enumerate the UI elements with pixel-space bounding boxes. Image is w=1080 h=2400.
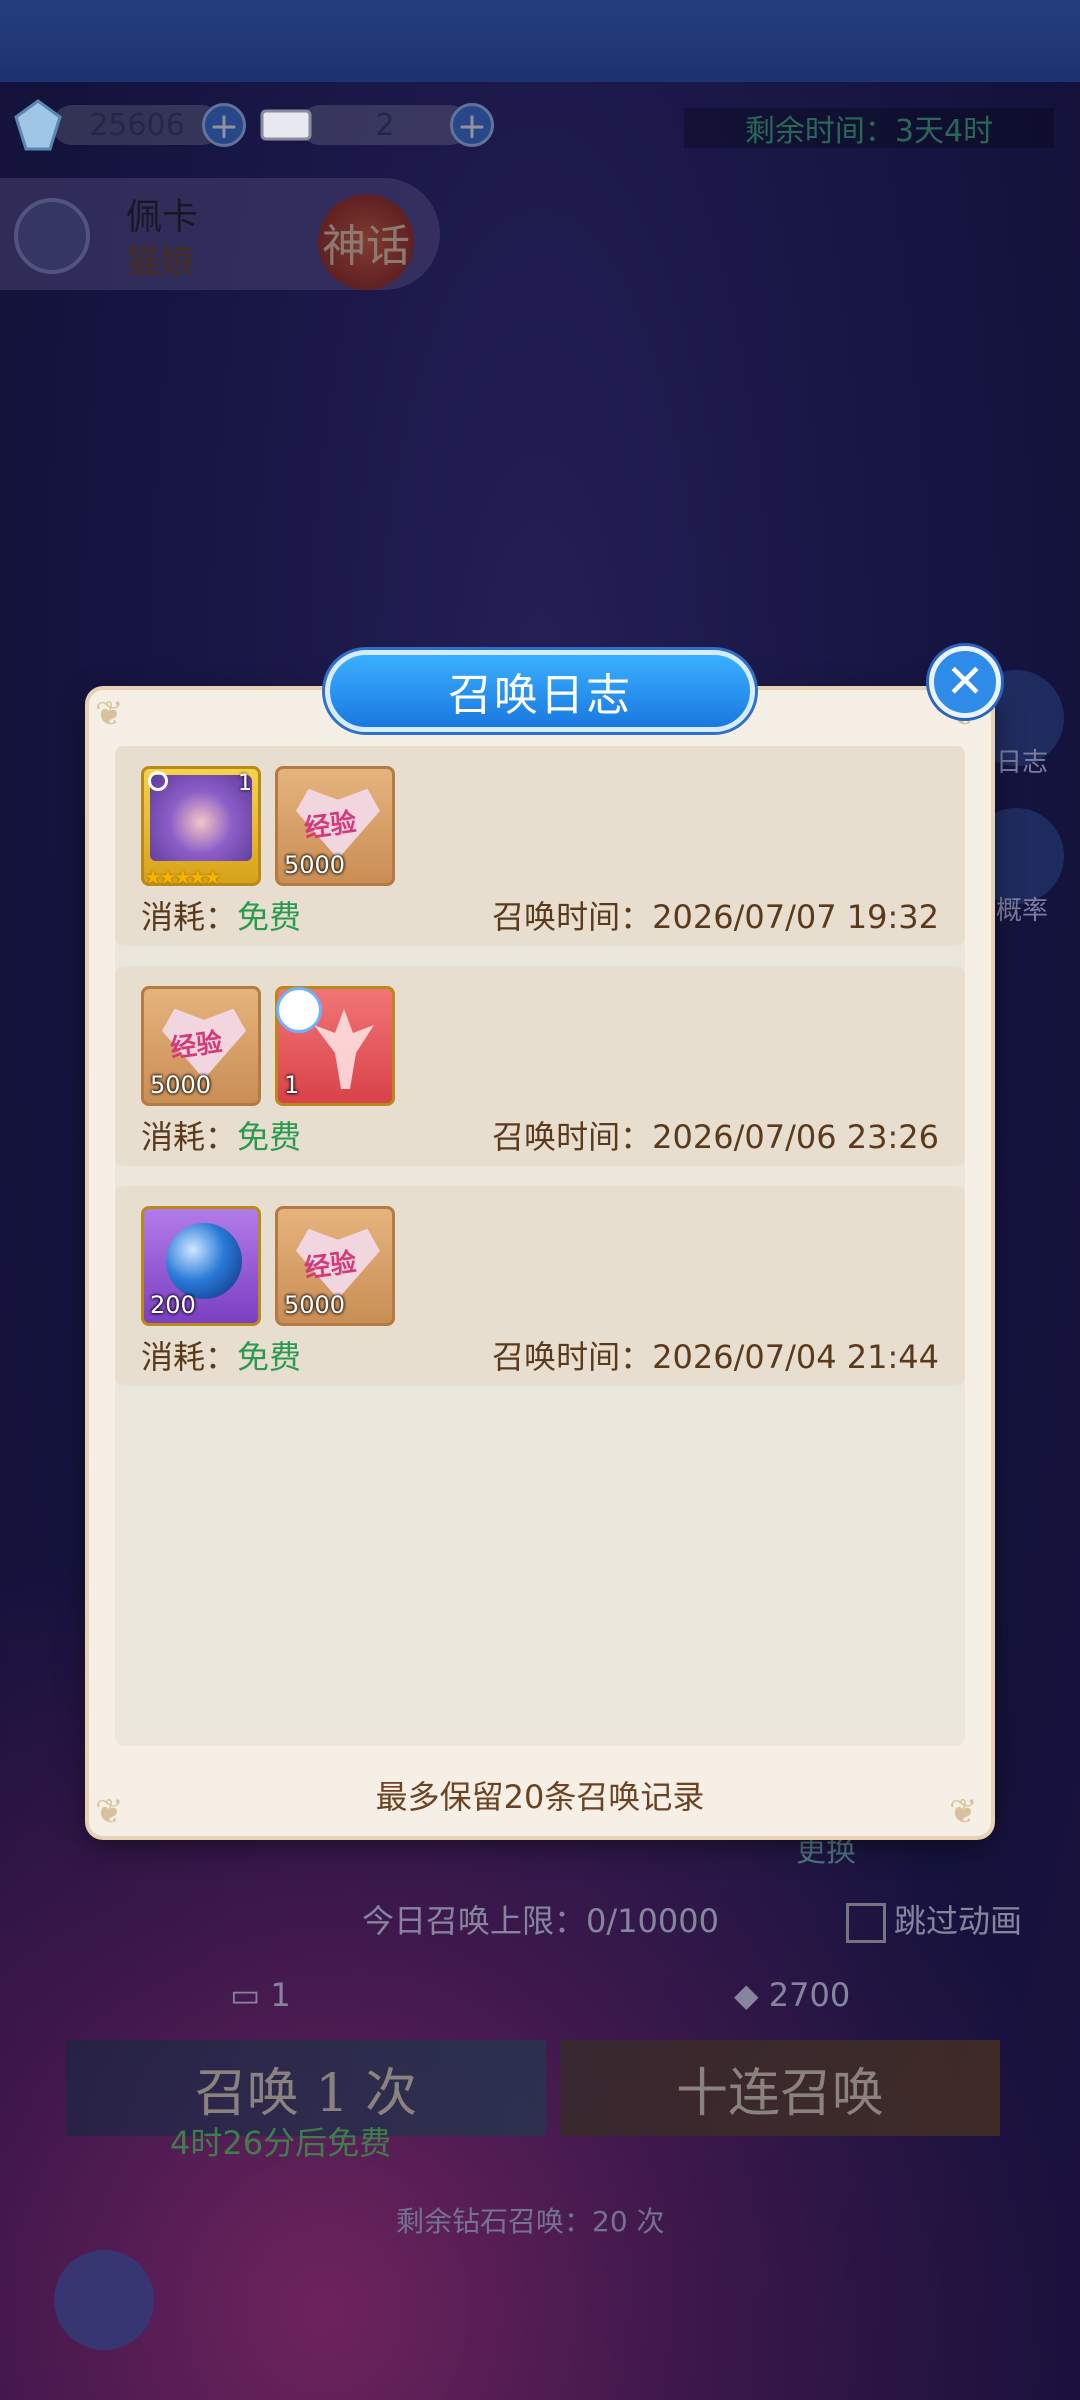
log-record: 1 ★★★★★ 经验 5000 消耗：免费 召唤时间：2026/07/07 19… <box>115 746 965 946</box>
orb-item[interactable]: 200 <box>141 1206 261 1326</box>
item-count: 5000 <box>284 851 346 879</box>
crystal-orb-icon <box>166 1223 242 1299</box>
item-count: 5000 <box>150 1071 212 1099</box>
cost-text: 消耗：免费 <box>141 892 301 938</box>
item-count: 1 <box>284 1071 300 1099</box>
summon-log-modal: ❦ ❦ ❦ ❦ 召唤日志 ✕ 1 ★★★★★ 经验 5000 消耗：免费 召唤时… <box>89 646 1001 1836</box>
faction-icon <box>148 771 168 791</box>
retention-note: 最多保留20条召唤记录 <box>375 1778 705 1816</box>
cost-text: 消耗：免费 <box>141 1332 301 1378</box>
time-value: 2026/07/04 21:44 <box>652 1338 939 1376</box>
modal-title: 召唤日志 <box>325 650 755 732</box>
corner-ornament: ❦ <box>95 694 124 734</box>
ticket-icon <box>260 109 312 141</box>
cost-label: 消耗： <box>141 1338 238 1376</box>
cost-value: 免费 <box>237 1338 302 1376</box>
exp-label: 经验 <box>168 1027 225 1065</box>
cost-label: 消耗： <box>141 1118 238 1156</box>
cost-label: 消耗： <box>141 898 238 936</box>
cost-value: 免费 <box>237 898 302 936</box>
log-record: 200 经验 5000 消耗：免费 召唤时间：2026/07/04 21:44 <box>115 1186 965 1386</box>
time-text: 召唤时间：2026/07/06 23:26 <box>492 1112 939 1158</box>
character-item[interactable]: 1 ★★★★★ <box>141 766 261 889</box>
star-rating-icon: ★★★★★ <box>144 865 222 889</box>
time-value: 2026/07/07 19:32 <box>652 898 939 936</box>
log-list: 1 ★★★★★ 经验 5000 消耗：免费 召唤时间：2026/07/07 19… <box>115 746 965 1746</box>
gem-icon <box>14 99 62 151</box>
fairy-item[interactable]: 1 <box>275 986 395 1106</box>
exp-item[interactable]: 经验 5000 <box>275 766 395 886</box>
time-label: 召唤时间： <box>492 898 653 936</box>
exp-item[interactable]: 经验 5000 <box>275 1206 395 1326</box>
item-count: 1 <box>238 771 252 796</box>
time-text: 召唤时间：2026/07/07 19:32 <box>492 892 939 938</box>
item-count: 200 <box>150 1291 196 1319</box>
exp-item[interactable]: 经验 5000 <box>141 986 261 1106</box>
close-icon: ✕ <box>945 654 985 708</box>
cost-text: 消耗：免费 <box>141 1112 301 1158</box>
close-button[interactable]: ✕ <box>929 646 1001 718</box>
character-portrait <box>150 775 252 861</box>
log-record: 经验 5000 1 消耗：免费 召唤时间：2026/07/06 23:26 <box>115 966 965 1166</box>
exp-label: 经验 <box>302 1247 359 1285</box>
exp-label: 经验 <box>302 807 359 845</box>
tricolor-badge-icon <box>276 987 322 1033</box>
cost-value: 免费 <box>237 1118 302 1156</box>
time-label: 召唤时间： <box>492 1118 653 1156</box>
time-label: 召唤时间： <box>492 1338 653 1376</box>
fairy-silhouette-icon <box>314 1009 374 1089</box>
item-count: 5000 <box>284 1291 346 1319</box>
time-value: 2026/07/06 23:26 <box>652 1118 939 1156</box>
time-text: 召唤时间：2026/07/04 21:44 <box>492 1332 939 1378</box>
